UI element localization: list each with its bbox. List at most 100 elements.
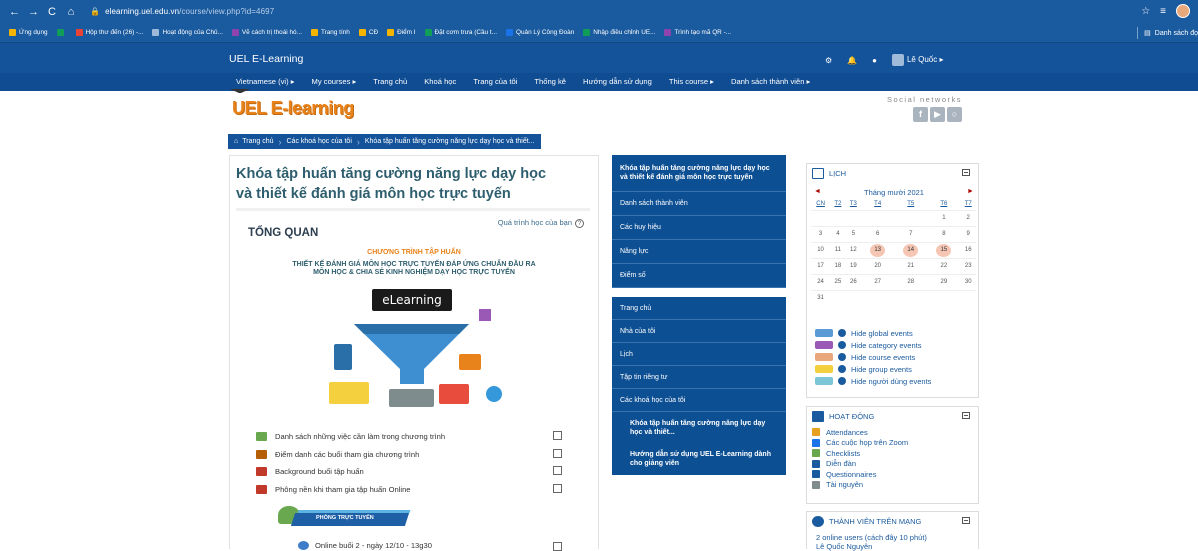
- calendar-day[interactable]: 24: [811, 273, 831, 290]
- completion-checkbox[interactable]: [553, 431, 562, 440]
- nav-item[interactable]: Nhà của tôi: [612, 320, 786, 343]
- calendar-day[interactable]: 6: [861, 225, 895, 242]
- menu-item[interactable]: My courses ▸: [312, 77, 357, 86]
- forward-icon[interactable]: →: [28, 6, 39, 18]
- activity-type-link[interactable]: Questionnaires: [812, 469, 908, 480]
- facebook-icon[interactable]: f: [913, 107, 928, 122]
- chat-bubble-icon[interactable]: ○: [947, 107, 962, 122]
- nav-sub-item[interactable]: Khóa tập huấn tăng cường năng lực dạy họ…: [612, 412, 786, 443]
- collapse-icon[interactable]: [962, 517, 970, 524]
- calendar-day[interactable]: 28: [894, 273, 928, 290]
- event-filter[interactable]: Hide group events: [815, 363, 931, 375]
- calendar-day[interactable]: 1: [927, 209, 961, 226]
- menu-item[interactable]: Trang của tôi: [473, 77, 517, 86]
- activity-item[interactable]: Background buổi tập huấn: [256, 463, 576, 481]
- youtube-icon[interactable]: ▶: [930, 107, 945, 122]
- activity-item[interactable]: Danh sách những việc cần làm trong chươn…: [256, 428, 576, 446]
- activity-type-link[interactable]: Checklists: [812, 448, 908, 459]
- bookmark-item[interactable]: Nhập điều chỉnh UE...: [583, 29, 655, 36]
- chat-icon[interactable]: ●: [872, 56, 877, 65]
- address-bar[interactable]: 🔒 elearning.uel.edu.vn/course/view.php?id…: [90, 7, 274, 16]
- calendar-day[interactable]: 5: [845, 225, 862, 242]
- calendar-day[interactable]: 14: [894, 241, 928, 258]
- activity-type-link[interactable]: Tài nguyên: [812, 480, 908, 491]
- back-icon[interactable]: ←: [9, 6, 20, 18]
- calendar-day[interactable]: 3: [811, 225, 831, 242]
- calendar-day[interactable]: 19: [845, 257, 862, 274]
- completion-checkbox[interactable]: [553, 542, 562, 551]
- breadcrumb-item[interactable]: Các khoá học của tôi: [287, 138, 352, 145]
- calendar-day[interactable]: 29: [927, 273, 961, 290]
- completion-checkbox[interactable]: [553, 448, 562, 458]
- event-filter[interactable]: Hide course events: [815, 351, 931, 363]
- settings-icon[interactable]: ⚙: [825, 56, 832, 65]
- activity-item[interactable]: Điểm danh các buổi tham gia chương trình: [256, 446, 576, 464]
- reload-icon[interactable]: C: [47, 6, 57, 18]
- calendar-day[interactable]: 13: [861, 241, 895, 258]
- calendar-day[interactable]: 31: [811, 289, 831, 306]
- activity-item[interactable]: Phông nền khi tham gia tập huấn Online: [256, 481, 576, 499]
- calendar-day[interactable]: 11: [830, 241, 846, 258]
- calendar-day[interactable]: 10: [811, 241, 831, 258]
- completion-checkbox[interactable]: [553, 483, 562, 493]
- calendar-day[interactable]: 9: [960, 225, 976, 242]
- online-user[interactable]: Lê Quốc Nguyên: [816, 542, 927, 551]
- bookmark-item[interactable]: Hộp thư đến (26) -...: [75, 29, 143, 36]
- bookmark-item[interactable]: Trang tính: [310, 29, 350, 36]
- site-name[interactable]: UEL E-Learning: [229, 53, 303, 65]
- nav-current-course[interactable]: Khóa tập huấn tăng cường năng lực dạy họ…: [612, 155, 786, 192]
- calendar-day[interactable]: 18: [830, 257, 846, 274]
- completion-checkbox[interactable]: [553, 466, 562, 475]
- user-menu[interactable]: Lê Quốc ▸: [891, 54, 943, 66]
- bookmark-item[interactable]: Đặt cơm trưa (Cầu t...: [424, 29, 497, 36]
- calendar-day[interactable]: 12: [845, 241, 862, 258]
- collapse-icon[interactable]: [962, 169, 970, 176]
- bell-icon[interactable]: 🔔: [847, 56, 857, 65]
- nav-item[interactable]: Điểm số: [612, 264, 786, 288]
- calendar-day[interactable]: 16: [960, 241, 976, 258]
- playlist-icon[interactable]: ≡: [1160, 6, 1166, 17]
- event-filter[interactable]: Hide global events: [815, 327, 931, 339]
- event-day[interactable]: 15: [936, 243, 952, 257]
- bookmark-item[interactable]: Vẽ cách trị thoái hó...: [231, 29, 302, 36]
- bookmark-item[interactable]: Hoạt động của Chủ...: [152, 29, 223, 36]
- calendar-day[interactable]: 7: [894, 225, 928, 242]
- nav-sub-item[interactable]: Hướng dẫn sử dụng UEL E-Learning dành ch…: [612, 443, 786, 474]
- profile-avatar[interactable]: [1176, 4, 1190, 18]
- event-day[interactable]: 14: [903, 243, 919, 257]
- nav-item[interactable]: Các huy hiệu: [612, 216, 786, 240]
- nav-item[interactable]: Danh sách thành viên: [612, 192, 786, 216]
- calendar-day[interactable]: 22: [927, 257, 961, 274]
- live-room-banner[interactable]: PHÒNG TRỰC TUYẾN: [278, 506, 412, 528]
- calendar-day[interactable]: 25: [830, 273, 846, 290]
- next-month-icon[interactable]: ►: [967, 188, 974, 197]
- bookmark-item[interactable]: CĐ: [358, 29, 378, 36]
- nav-item[interactable]: Trang chủ: [612, 297, 786, 320]
- menu-item[interactable]: Vietnamese (vi) ▸: [236, 77, 295, 86]
- activity-type-link[interactable]: Attendances: [812, 427, 908, 438]
- breadcrumb-item[interactable]: Trang chủ: [242, 138, 273, 145]
- collapse-icon[interactable]: [962, 412, 970, 419]
- calendar-day[interactable]: 20: [861, 257, 895, 274]
- menu-item[interactable]: Khoá học: [424, 77, 456, 86]
- menu-item[interactable]: Danh sách thành viên ▸: [731, 77, 810, 86]
- reading-list[interactable]: ▤ Danh sách đọ: [1137, 27, 1198, 39]
- event-filter[interactable]: Hide người dùng events: [815, 375, 931, 387]
- bookmark-item[interactable]: [56, 29, 67, 36]
- calendar-day[interactable]: 27: [861, 273, 895, 290]
- nav-item[interactable]: Lịch: [612, 343, 786, 366]
- calendar-day[interactable]: 17: [811, 257, 831, 274]
- calendar-day[interactable]: 8: [927, 225, 961, 242]
- nav-item[interactable]: Tập tin riêng tư: [612, 366, 786, 389]
- calendar-day[interactable]: 23: [960, 257, 976, 274]
- help-icon[interactable]: ?: [575, 219, 584, 228]
- nav-item[interactable]: Năng lực: [612, 240, 786, 264]
- calendar-day[interactable]: 15: [927, 241, 961, 258]
- event-filter[interactable]: Hide category events: [815, 339, 931, 351]
- calendar-day[interactable]: 21: [894, 257, 928, 274]
- menu-item[interactable]: Trang chủ: [373, 77, 407, 86]
- bookmark-item[interactable]: Ứng dụng: [9, 29, 48, 36]
- breadcrumb-item[interactable]: Khóa tập huấn tăng cường năng lực dạy họ…: [365, 138, 535, 145]
- menu-item[interactable]: Thống kê: [534, 77, 566, 86]
- bookmark-item[interactable]: Điểm I: [387, 29, 416, 36]
